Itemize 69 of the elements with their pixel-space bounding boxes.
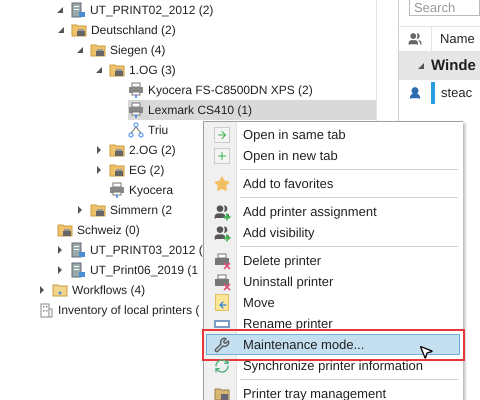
- printer-x-icon: [214, 274, 230, 290]
- tree-item[interactable]: Deutschland (2): [71, 20, 184, 40]
- menu-item[interactable]: Add printer assignment: [206, 201, 460, 222]
- expand-arrow-icon[interactable]: [56, 266, 64, 274]
- collapse-arrow-icon[interactable]: [95, 66, 103, 74]
- rename-field-icon: [214, 320, 230, 328]
- expand-arrow-icon[interactable]: [95, 166, 103, 174]
- users-plus-icon: [214, 204, 230, 220]
- column-header[interactable]: Name: [431, 27, 475, 51]
- menu-item[interactable]: Rename printer: [206, 313, 460, 334]
- user-icon: [408, 86, 422, 100]
- tray-icon: [214, 386, 230, 400]
- printer-x-icon: [214, 252, 230, 268]
- expand-arrow-icon[interactable]: [56, 246, 64, 254]
- folder-icon: [52, 282, 68, 298]
- menu-item[interactable]: Maintenance mode...: [206, 334, 460, 355]
- server-icon: [70, 242, 86, 258]
- users-plus-icon: [214, 224, 230, 240]
- server-icon: [70, 262, 86, 278]
- tree-item[interactable]: Schweiz (0): [57, 220, 148, 240]
- printer-icon: [128, 82, 144, 98]
- tree-item[interactable]: Lexmark CS410 (1): [128, 100, 376, 120]
- expand-arrow-icon[interactable]: [76, 206, 84, 214]
- folder-printer-icon: [90, 42, 106, 58]
- tree-item[interactable]: Workflows (4): [52, 280, 154, 300]
- tab-plus-icon: [214, 148, 230, 164]
- menu-item[interactable]: Add visibility: [206, 222, 460, 243]
- printer-icon: [128, 102, 144, 118]
- tree-item[interactable]: Siegen (4): [90, 40, 174, 60]
- menu-item[interactable]: Open in same tab: [206, 124, 460, 145]
- folder-printer-icon: [71, 22, 87, 38]
- tree-item[interactable]: 1.OG (3): [109, 60, 184, 80]
- building-icon: [38, 302, 54, 318]
- expand-arrow-icon[interactable]: [95, 146, 103, 154]
- tree-item[interactable]: Kyocera FS-C8500DN XPS (2): [128, 80, 321, 100]
- folder-printer-icon: [90, 202, 106, 218]
- tree-item[interactable]: Triu: [128, 120, 176, 140]
- folder-printer-icon: [109, 62, 125, 78]
- sync-icon: [214, 358, 230, 374]
- star-icon: [214, 176, 230, 192]
- menu-item[interactable]: Move: [206, 292, 460, 313]
- folder-printer-icon: [109, 142, 125, 158]
- search-field[interactable]: Search: [409, 0, 480, 16]
- menu-item[interactable]: Open in new tab: [206, 145, 460, 166]
- mouse-pointer-icon: [418, 344, 434, 360]
- menu-item[interactable]: Uninstall printer: [206, 271, 460, 292]
- tools-icon: [214, 336, 230, 352]
- group-label: Winde: [431, 56, 476, 76]
- tree-item[interactable]: EG (2): [109, 160, 172, 180]
- users-icon: [408, 32, 422, 46]
- tree-item[interactable]: 2.OG (2): [109, 140, 184, 160]
- folder-printer-icon: [109, 162, 125, 178]
- tree-item[interactable]: UT_PRINT02_2012 (2): [70, 0, 222, 20]
- collapse-arrow-icon[interactable]: [417, 62, 425, 70]
- collapse-arrow-icon[interactable]: [76, 46, 84, 54]
- printer-icon: [109, 182, 125, 198]
- collapse-arrow-icon[interactable]: [56, 6, 64, 14]
- menu-item[interactable]: Synchronize printer information: [206, 355, 460, 376]
- tree-item[interactable]: Inventory of local printers (: [38, 300, 208, 320]
- expand-arrow-icon[interactable]: [38, 286, 46, 294]
- tree-item[interactable]: Simmern (2: [90, 200, 180, 220]
- menu-item[interactable]: Add to favorites: [206, 173, 460, 194]
- group-row[interactable]: Winde: [399, 52, 480, 80]
- tree-item[interactable]: UT_Print06_2019 (1: [70, 260, 206, 280]
- collapse-arrow-icon[interactable]: [57, 26, 65, 34]
- tree-item[interactable]: Kyocera: [109, 180, 182, 200]
- network-icon: [128, 122, 144, 138]
- folder-printer-icon: [57, 222, 73, 238]
- table-row[interactable]: steac: [431, 82, 472, 104]
